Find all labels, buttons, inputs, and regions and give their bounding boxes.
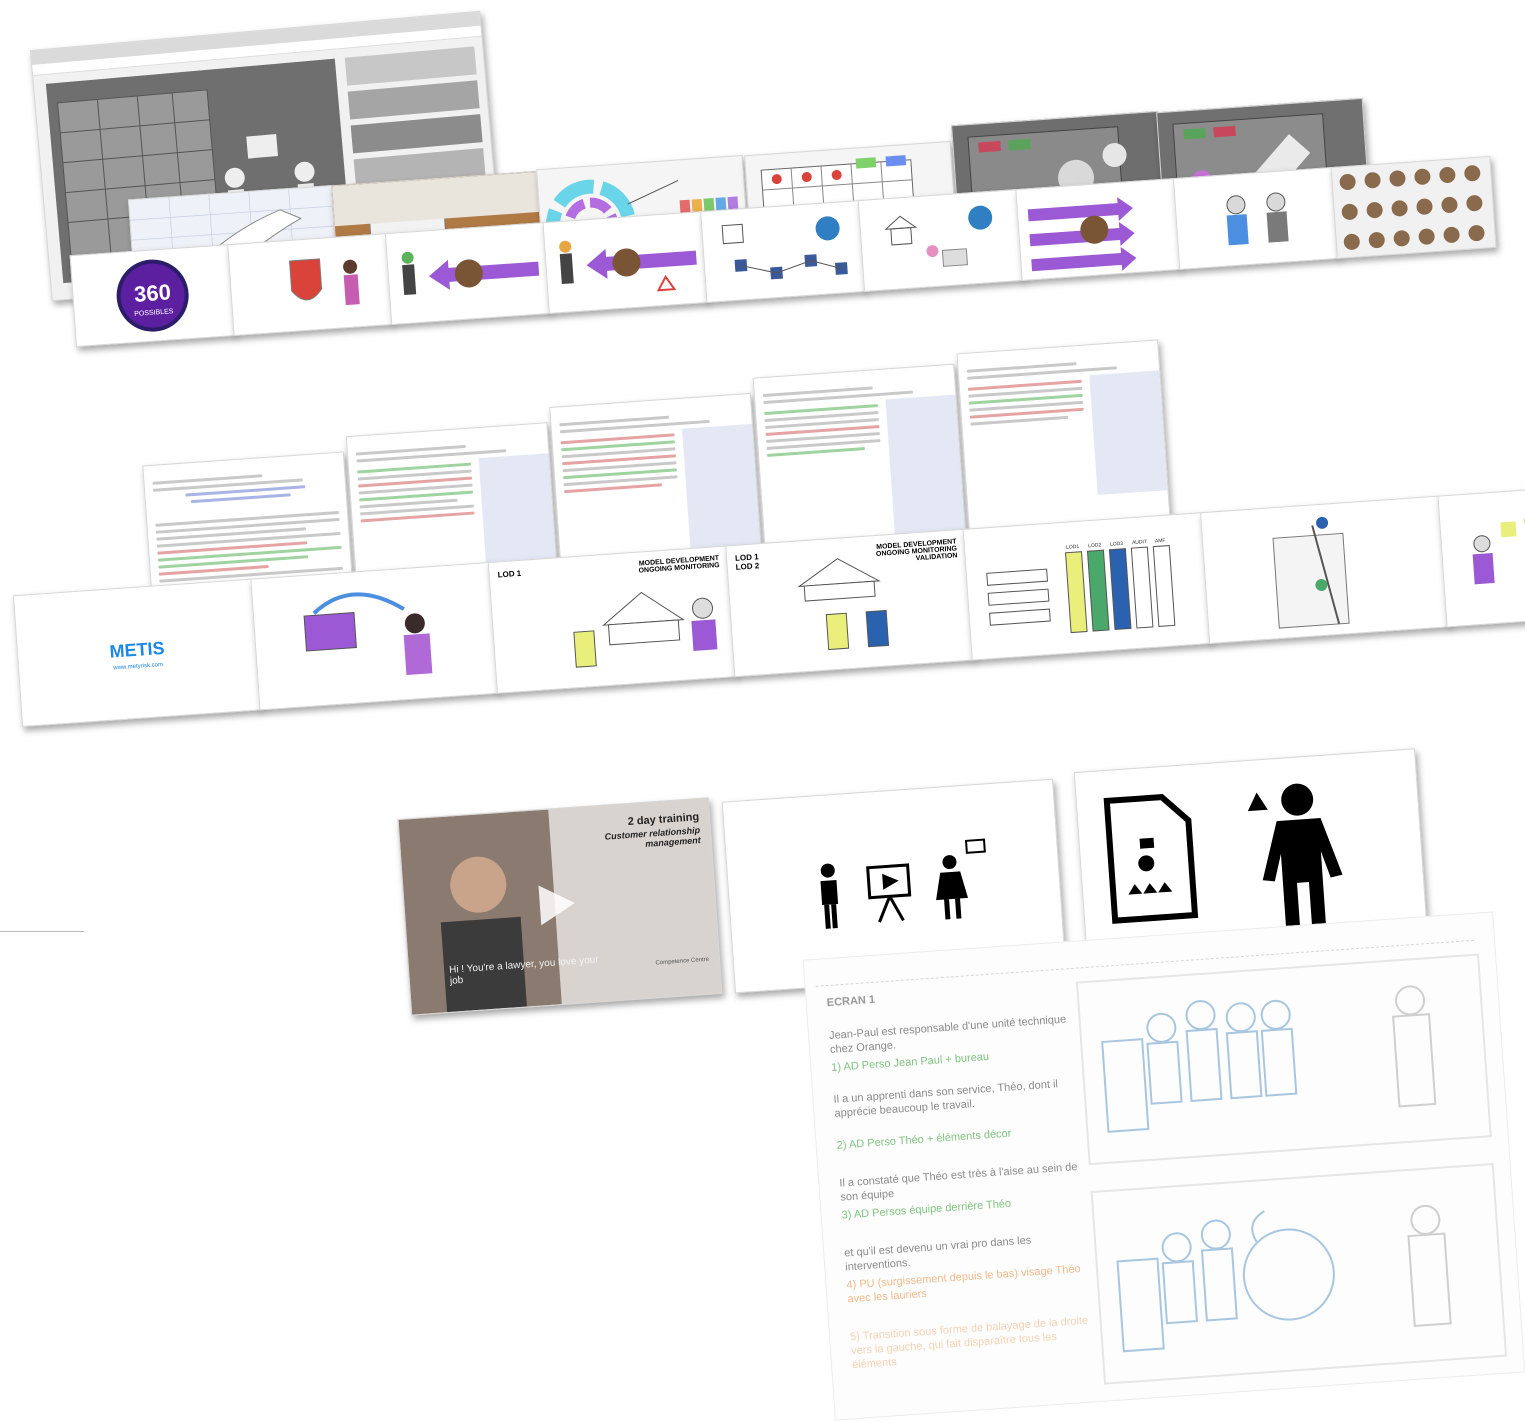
lod1-frame: LOD 1 MODEL DEVELOPMENT ONGOING MONITORI… bbox=[487, 545, 737, 694]
arrows-board-frame bbox=[1015, 178, 1182, 281]
story-line: 2) AD Perso Théo + éléments décor bbox=[836, 1127, 1012, 1152]
divider-line bbox=[0, 931, 84, 932]
data-woman-frame bbox=[250, 561, 499, 711]
characters-frame bbox=[1172, 166, 1339, 270]
office-scene-icon bbox=[1472, 514, 1525, 585]
network-frame bbox=[700, 200, 867, 303]
related-video-thumb[interactable] bbox=[350, 114, 483, 154]
wall-ladder-icon bbox=[1272, 516, 1350, 629]
lod-bars-frame: LOD1 LOD2 LOD3 AUDIT AMF bbox=[962, 512, 1212, 661]
storyboard-panel bbox=[1090, 1163, 1508, 1385]
logo-360-frame: 360 POSSIBLES bbox=[69, 244, 236, 348]
story-line: Il a un apprenti dans son service, Théo,… bbox=[833, 1078, 1059, 1120]
logo-360-icon: 360 POSSIBLES bbox=[116, 259, 189, 332]
lod-box-label: LOD2 bbox=[1088, 542, 1102, 549]
shield-frame bbox=[227, 233, 394, 337]
office-frame bbox=[1437, 478, 1525, 628]
social-network-icon bbox=[721, 216, 848, 280]
lod2-title: LOD 1 LOD 2 bbox=[734, 552, 760, 572]
home-globe-icon bbox=[884, 205, 993, 267]
woman-computer-icon bbox=[303, 592, 433, 676]
lod-box-label: AMF bbox=[1155, 538, 1166, 545]
home-globe-frame bbox=[857, 189, 1024, 292]
video-subtitle: Customer relationship management bbox=[604, 825, 702, 849]
storyboard-sheet: ECRAN 1 Jean-Paul est responsable d'une … bbox=[802, 911, 1525, 1421]
purple-arrow-warning-icon bbox=[559, 240, 697, 292]
storyboard-panel bbox=[1075, 953, 1492, 1166]
play-icon[interactable] bbox=[528, 878, 581, 931]
team-sketch-icon bbox=[1101, 985, 1437, 1133]
arrow-prison-frame bbox=[542, 211, 709, 315]
purple-arrow-icon bbox=[401, 251, 540, 296]
story-line: 5) Transition sous forme de balayage de … bbox=[849, 1314, 1089, 1372]
related-video-thumb[interactable] bbox=[344, 46, 477, 86]
lod-box-label: AUDIT bbox=[1132, 539, 1147, 546]
sketch-panel bbox=[1089, 370, 1168, 495]
video-training-card[interactable]: 2 day training Customer relationship man… bbox=[397, 797, 723, 1016]
lod2-frame: LOD 1 LOD 2 MODEL DEVELOPMENT ONGOING MO… bbox=[725, 528, 974, 678]
lod-bars-chart-icon: LOD1 LOD2 LOD3 AUDIT AMF bbox=[986, 538, 1176, 634]
video-brand: Competence Centre bbox=[655, 956, 710, 967]
lod1-title: LOD 1 bbox=[497, 568, 522, 580]
svg-text:360: 360 bbox=[133, 279, 171, 307]
shield-icon bbox=[289, 258, 360, 306]
storyboard-text-column: Jean-Paul est responsable d'une unité te… bbox=[829, 1012, 1092, 1372]
crowd-frame bbox=[1330, 155, 1497, 259]
related-video-thumb[interactable] bbox=[347, 80, 480, 120]
characters-icon bbox=[1226, 192, 1289, 246]
metis-title-frame: METIS www.metyrisk.com bbox=[12, 578, 262, 727]
screen-label: ECRAN 1 bbox=[826, 993, 876, 1010]
lod-box-label: LOD3 bbox=[1110, 541, 1124, 548]
lod-box-label: LOD1 bbox=[1066, 544, 1080, 551]
wall-ladder-frame bbox=[1200, 495, 1449, 644]
arrow-prison-frame bbox=[384, 222, 551, 326]
team-laurels-sketch-icon bbox=[1116, 1204, 1452, 1353]
crowd-icon bbox=[1339, 165, 1485, 250]
three-arrows-icon bbox=[1027, 197, 1137, 272]
